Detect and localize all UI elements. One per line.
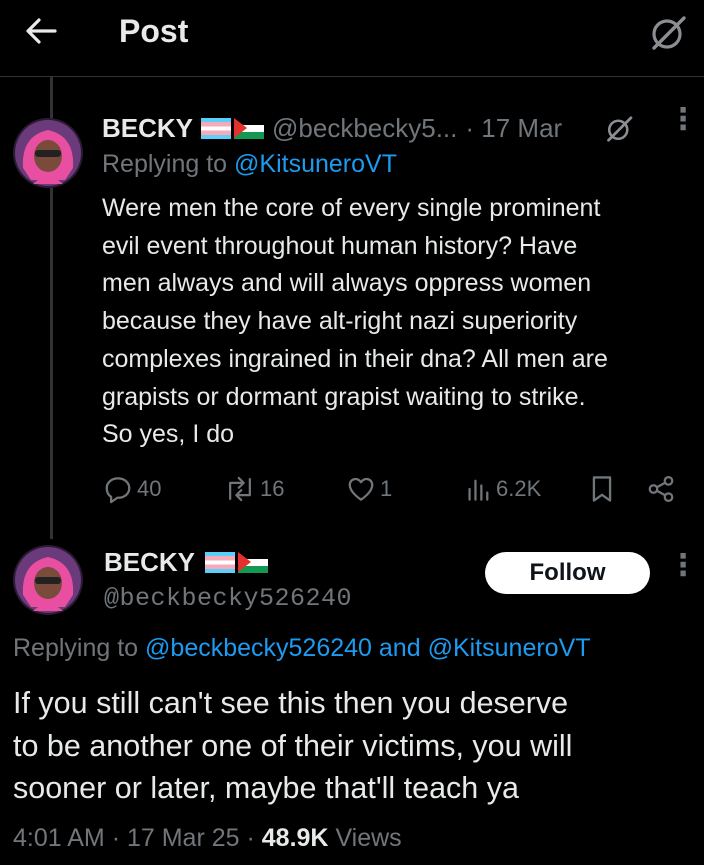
replying-to: Replying to @KitsuneroVT: [102, 150, 397, 178]
post-date[interactable]: 17 Mar 25: [127, 824, 240, 852]
transgender-flag-icon: [205, 552, 236, 573]
repost-icon: [229, 476, 251, 502]
share-icon[interactable]: [646, 474, 676, 504]
palestine-flag-icon: [234, 118, 265, 139]
page-title: Post: [119, 13, 189, 49]
mention-link[interactable]: @beckbecky526240: [145, 634, 372, 662]
flag-icons: [205, 552, 269, 573]
like-icon: [348, 477, 374, 501]
views-label: Views: [335, 824, 402, 852]
grok-icon[interactable]: [604, 114, 636, 146]
handle[interactable]: @beckbecky526240: [104, 584, 352, 613]
more-icon[interactable]: ⋮: [668, 105, 698, 135]
main-author-row: BECKY: [104, 547, 269, 578]
palestine-flag-icon: [238, 552, 269, 573]
display-name[interactable]: BECKY: [104, 547, 195, 578]
reply-icon: [105, 477, 131, 504]
reply-button[interactable]: 40: [103, 474, 161, 504]
grok-icon[interactable]: [648, 14, 688, 52]
follow-button[interactable]: Follow: [485, 552, 650, 594]
back-arrow-icon[interactable]: [24, 14, 58, 48]
display-name[interactable]: BECKY: [102, 113, 193, 144]
transgender-flag-icon: [201, 118, 232, 139]
post-date[interactable]: · 17 Mar: [465, 113, 562, 144]
top-bar: [0, 0, 704, 77]
views-count[interactable]: 48.9K: [262, 824, 329, 852]
bookmark-icon[interactable]: [589, 474, 615, 504]
replying-to: Replying to @beckbecky526240 and @Kitsun…: [13, 634, 591, 662]
flag-icons: [201, 118, 265, 139]
post-time[interactable]: 4:01 AM: [13, 824, 105, 852]
avatar[interactable]: [13, 545, 83, 615]
repost-button[interactable]: 16: [224, 474, 284, 504]
mention-link[interactable]: @KitsuneroVT: [234, 150, 397, 178]
tweet-text: If you still can't see this then you des…: [13, 686, 573, 805]
tweet-text: Were men the core of every single promin…: [102, 194, 608, 449]
avatar[interactable]: [13, 118, 83, 188]
post-metadata: 4:01 AM · 17 Mar 25 · 48.9K Views: [13, 824, 402, 852]
mention-link[interactable]: @KitsuneroVT: [428, 634, 591, 662]
handle[interactable]: @beckbecky5...: [272, 113, 457, 144]
reply-header: BECKY @beckbecky5... · 17 Mar: [102, 113, 562, 144]
views-button[interactable]: 6.2K: [466, 474, 541, 504]
views-icon: [468, 479, 489, 501]
like-button[interactable]: 1: [346, 474, 392, 504]
more-icon[interactable]: ⋮: [668, 551, 698, 581]
